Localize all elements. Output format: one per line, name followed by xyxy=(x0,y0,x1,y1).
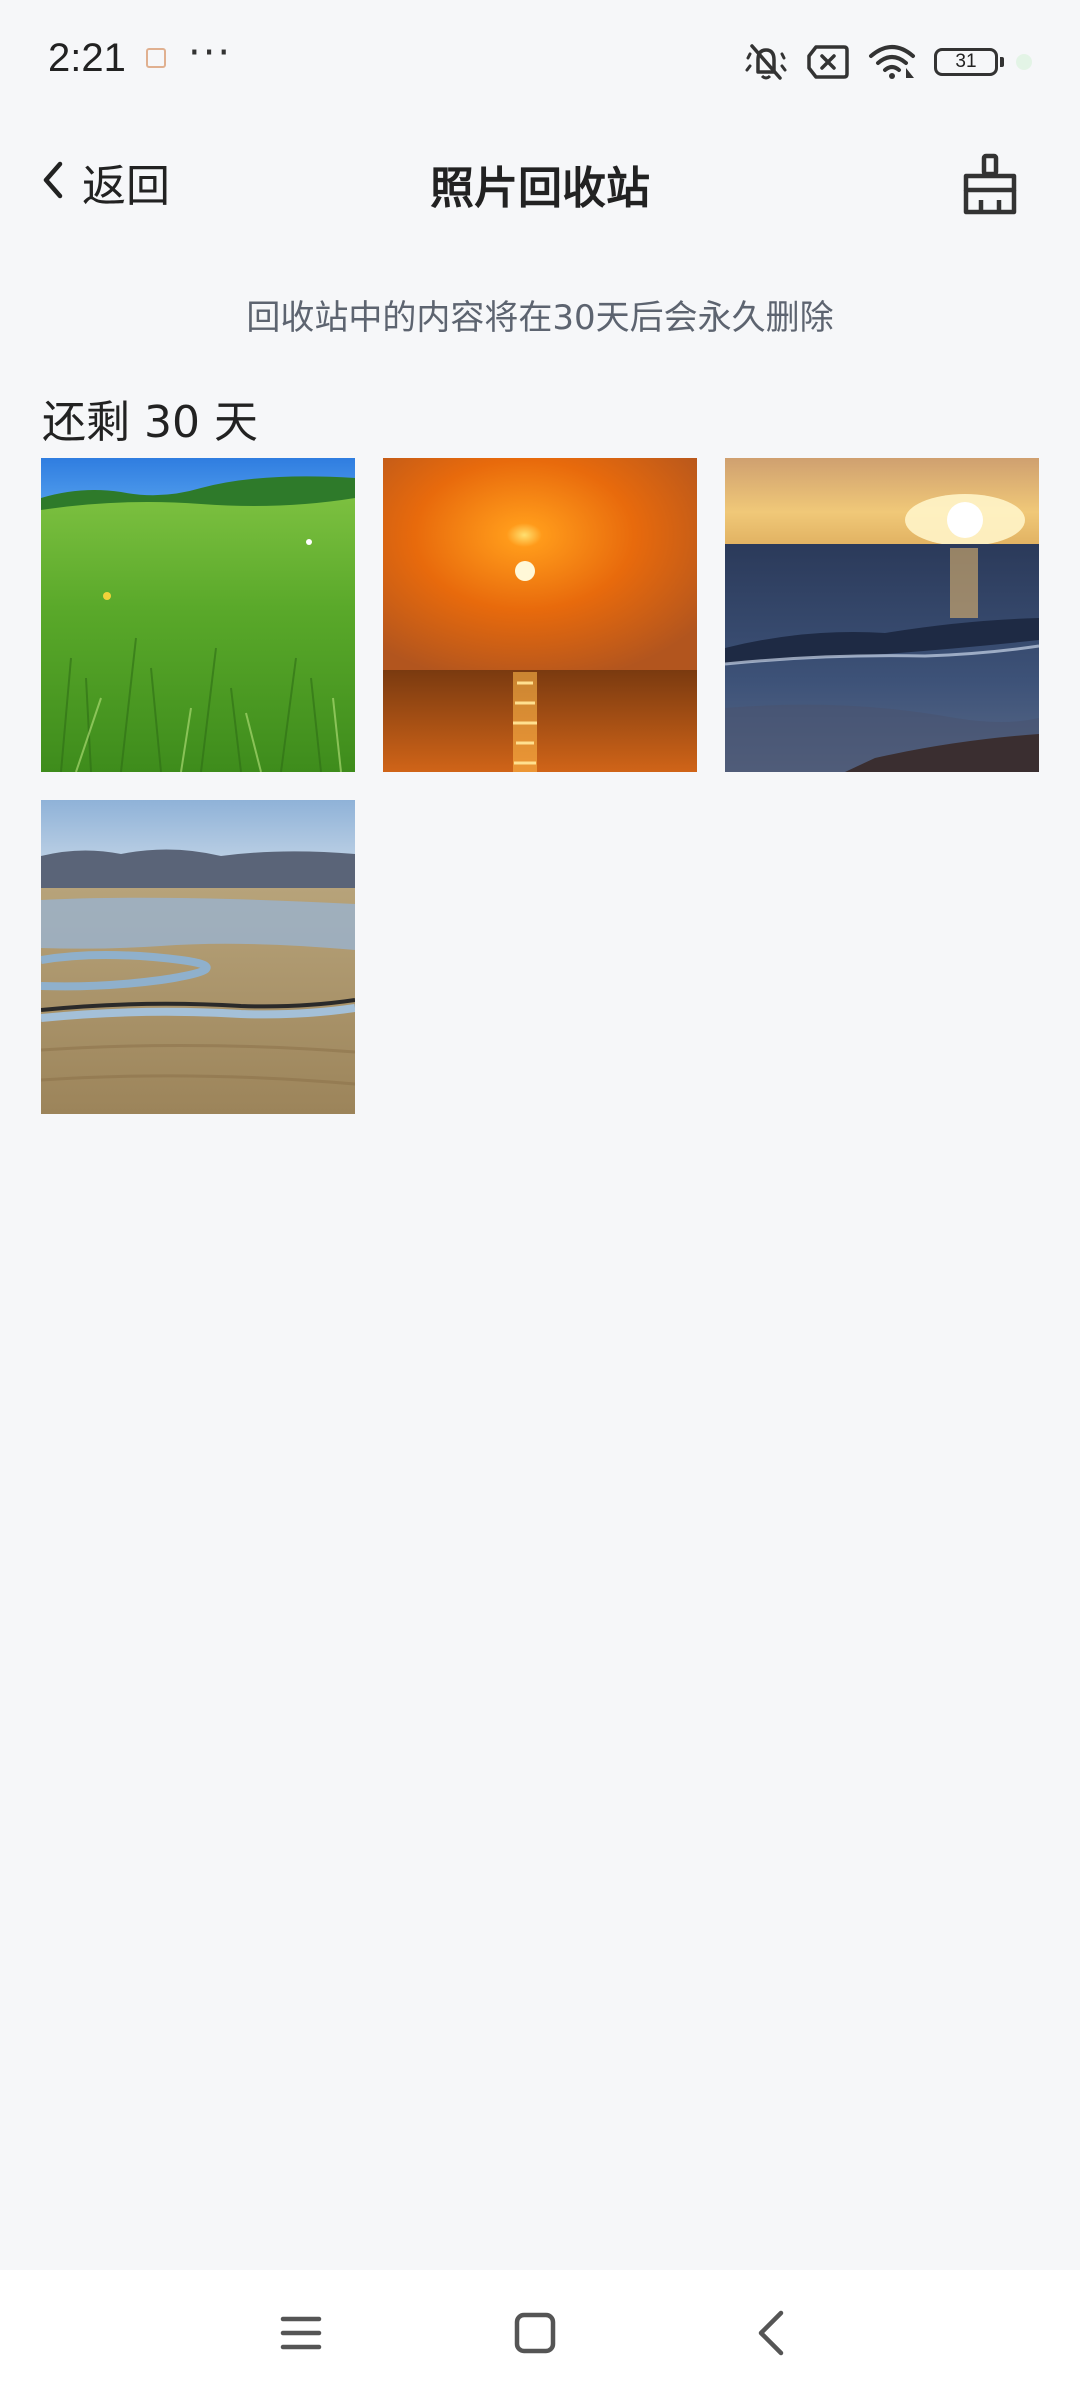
grassland-photo[interactable] xyxy=(41,458,355,772)
clean-button[interactable] xyxy=(956,150,1024,218)
sunset-sea-photo[interactable] xyxy=(383,458,697,772)
back-icon xyxy=(755,2309,787,2361)
retention-notice: 回收站中的内容将在30天后会永久删除 xyxy=(246,298,834,338)
recent-apps-button[interactable] xyxy=(266,2300,336,2370)
status-time: 2:21 xyxy=(48,36,126,80)
beach-sunset-photo[interactable] xyxy=(725,458,1039,772)
days-remaining-title: 还剩 30 天 xyxy=(42,397,258,448)
page-title: 照片回收站 xyxy=(430,163,650,214)
navigation-bar xyxy=(0,2270,1080,2400)
battery-icon: 31 xyxy=(934,48,1004,76)
header: 返回 照片回收站 xyxy=(0,140,1080,224)
sim-error-icon xyxy=(806,44,850,80)
menu-icon xyxy=(279,2313,323,2357)
system-back-button[interactable] xyxy=(736,2300,806,2370)
home-button[interactable] xyxy=(500,2300,570,2370)
wifi-icon xyxy=(868,44,916,80)
privacy-indicator-dot xyxy=(1016,54,1032,70)
more-notifications-icon: ··· xyxy=(188,30,233,76)
status-bar: 2:21 ··· 31 xyxy=(0,0,1080,120)
mute-vibrate-icon xyxy=(744,42,788,82)
home-icon xyxy=(513,2311,557,2359)
photo-grid xyxy=(41,458,1041,1114)
river-wetland-photo[interactable] xyxy=(41,800,355,1114)
broom-icon xyxy=(956,153,1024,222)
notification-app-icon xyxy=(146,48,166,68)
status-icons: 31 xyxy=(744,40,1032,84)
battery-level: 31 xyxy=(955,51,977,72)
